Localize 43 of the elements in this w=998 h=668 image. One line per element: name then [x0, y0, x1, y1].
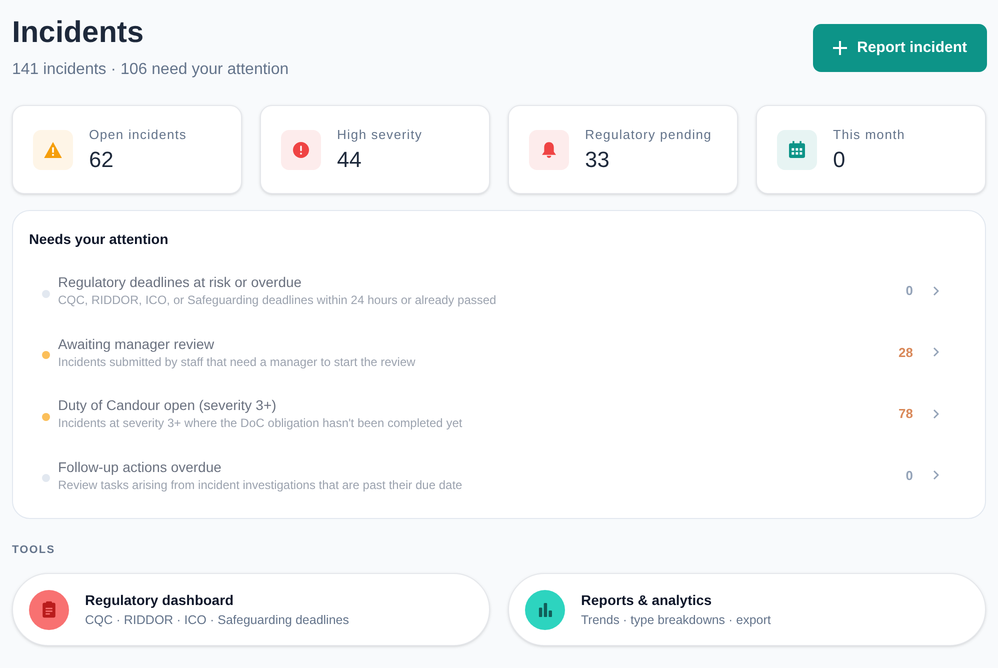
stat-value: 0	[833, 146, 846, 172]
stat-value: 44	[337, 146, 362, 172]
row-count: 0	[906, 282, 913, 300]
row-title: Awaiting manager review	[58, 334, 214, 353]
tool-title: Regulatory dashboard	[85, 591, 234, 609]
attention-row[interactable]: Follow-up actions overdue Review tasks arising from incident investigations that are past their due date 0	[29, 448, 969, 509]
chevron-right-icon	[933, 408, 939, 419]
tool-description: CQC · RIDDOR · ICO · Safeguarding deadlines	[85, 612, 349, 628]
tool-card[interactable]: Reports & analytics Trends · type breakdowns · export	[508, 573, 986, 646]
stat-value: 62	[89, 146, 114, 172]
page-subtitle: 141 incidents · 106 need your attention	[12, 60, 289, 80]
plus-icon	[832, 41, 847, 55]
row-description: Incidents at severity 3+ where the DoC obligation hasn't been completed yet	[58, 416, 462, 432]
stat-label: High severity	[337, 126, 422, 142]
attention-row[interactable]: Regulatory deadlines at risk or overdue CQC, RIDDOR, ICO, or Safeguarding deadlines within 24 hours or already passed 0	[29, 263, 969, 324]
panel-title: Needs your attention	[29, 230, 170, 248]
attention-row[interactable]: Awaiting manager review Incidents submitted by staff that need a manager to start the review 28	[29, 324, 969, 386]
row-title: Duty of Candour open (severity 3+)	[58, 396, 276, 414]
stat-label: Open incidents	[89, 126, 187, 142]
tool-description: Trends · type breakdowns · export	[581, 612, 771, 628]
stat-label: Regulatory pending	[585, 126, 712, 142]
calendar-icon	[777, 130, 817, 170]
tool-card[interactable]: Regulatory dashboard CQC · RIDDOR · ICO · Safeguarding deadlines	[12, 573, 490, 646]
warning-icon	[33, 130, 73, 170]
page-title: Incidents	[12, 15, 144, 51]
tool-title: Reports & analytics	[581, 591, 712, 609]
row-count: 0	[906, 466, 913, 484]
row-description: CQC, RIDDOR, ICO, or Safeguarding deadlines within 24 hours or already passed	[58, 293, 496, 308]
stat-value: 33	[585, 146, 610, 172]
row-title: Regulatory deadlines at risk or overdue	[58, 273, 302, 292]
stat-label: This month	[833, 126, 906, 142]
row-count: 78	[898, 405, 913, 423]
chevron-right-icon	[933, 286, 939, 296]
bell-icon	[529, 130, 569, 170]
attention-row[interactable]: Duty of Candour open (severity 3+) Incidents at severity 3+ where the DoC obligation hasn't been completed yet 78	[29, 386, 969, 448]
row-title: Follow-up actions overdue	[58, 458, 222, 476]
section-heading: TOOLS	[12, 543, 56, 557]
row-count: 28	[898, 344, 913, 362]
report-incident-button[interactable]: Report incident	[812, 24, 987, 72]
chevron-right-icon	[933, 470, 939, 480]
row-description: Review tasks arising from incident investigations that are past their due date	[58, 478, 462, 493]
chevron-right-icon	[933, 347, 939, 358]
row-description: Incidents submitted by staff that need a manager to start the review	[58, 354, 416, 370]
